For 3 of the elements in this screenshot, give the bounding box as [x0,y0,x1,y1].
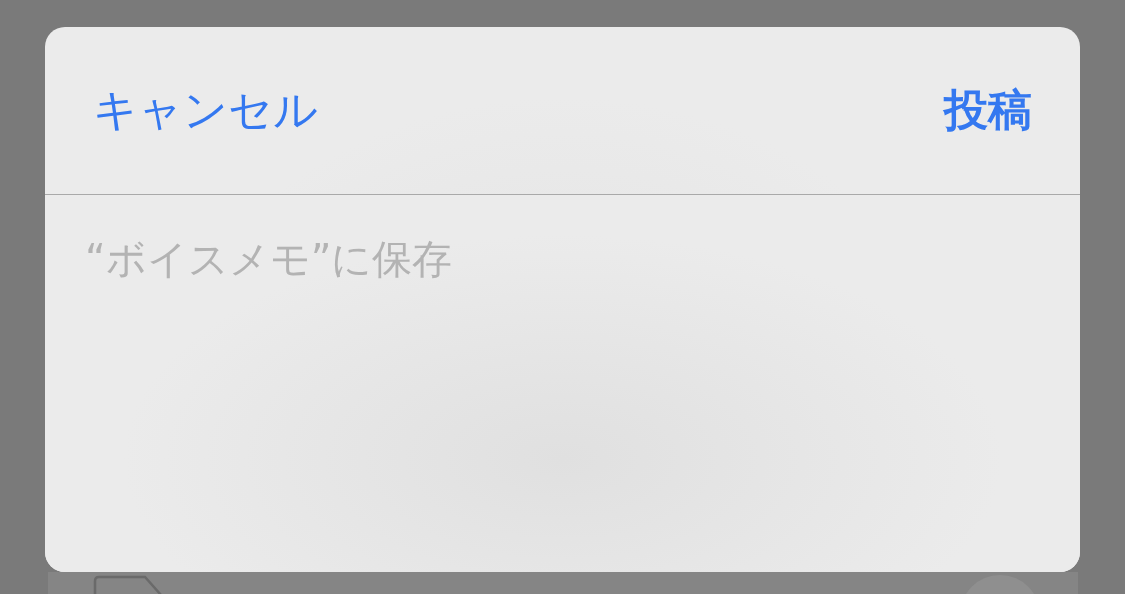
text-input[interactable]: “ボイスメモ”に保存 [85,235,1040,552]
post-button[interactable]: 投稿 [944,84,1032,137]
cancel-button[interactable]: キャンセル [93,84,318,137]
